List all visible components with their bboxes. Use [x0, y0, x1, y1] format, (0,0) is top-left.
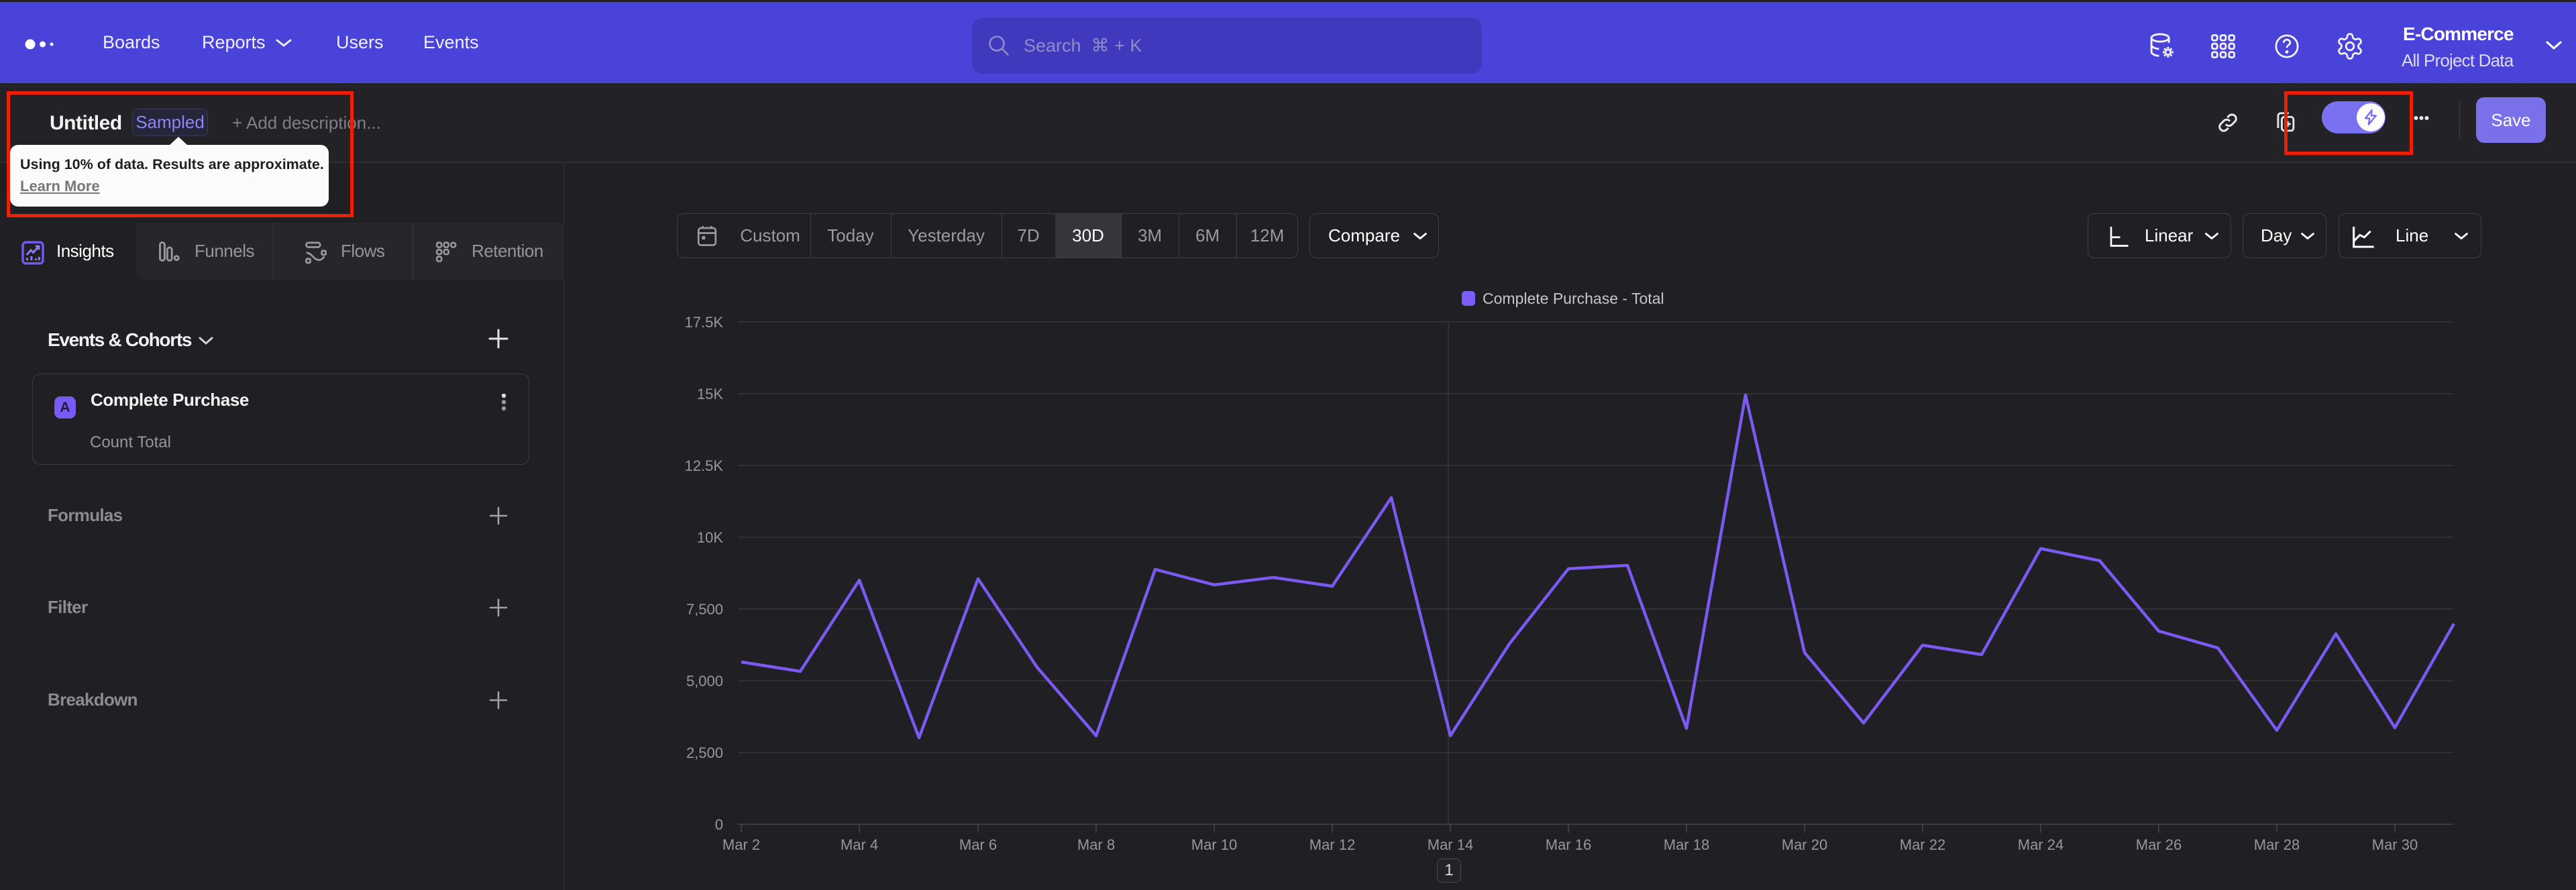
svg-text:7,500: 7,500	[686, 601, 723, 618]
svg-text:Mar 30: Mar 30	[2372, 836, 2418, 853]
svg-text:2,500: 2,500	[686, 744, 723, 761]
svg-text:Mar 12: Mar 12	[1309, 836, 1355, 853]
svg-text:Mar 24: Mar 24	[2018, 836, 2063, 853]
svg-text:Mar 22: Mar 22	[1900, 836, 1945, 853]
svg-text:Mar 20: Mar 20	[1782, 836, 1827, 853]
svg-text:Mar 16: Mar 16	[1546, 836, 1591, 853]
svg-text:Mar 6: Mar 6	[959, 836, 997, 853]
svg-text:Mar 2: Mar 2	[722, 836, 760, 853]
svg-text:Mar 28: Mar 28	[2254, 836, 2300, 853]
svg-text:12.5K: 12.5K	[685, 457, 724, 474]
svg-text:Mar 10: Mar 10	[1191, 836, 1237, 853]
svg-text:0: 0	[715, 816, 723, 833]
svg-text:15K: 15K	[697, 386, 723, 402]
svg-text:17.5K: 17.5K	[685, 314, 724, 331]
svg-text:Mar 14: Mar 14	[1428, 836, 1473, 853]
svg-text:Mar 26: Mar 26	[2136, 836, 2182, 853]
svg-text:Mar 8: Mar 8	[1077, 836, 1115, 853]
svg-text:Mar 18: Mar 18	[1664, 836, 1709, 853]
svg-text:Mar 4: Mar 4	[841, 836, 878, 853]
svg-text:10K: 10K	[697, 529, 723, 546]
svg-text:5,000: 5,000	[686, 673, 723, 689]
